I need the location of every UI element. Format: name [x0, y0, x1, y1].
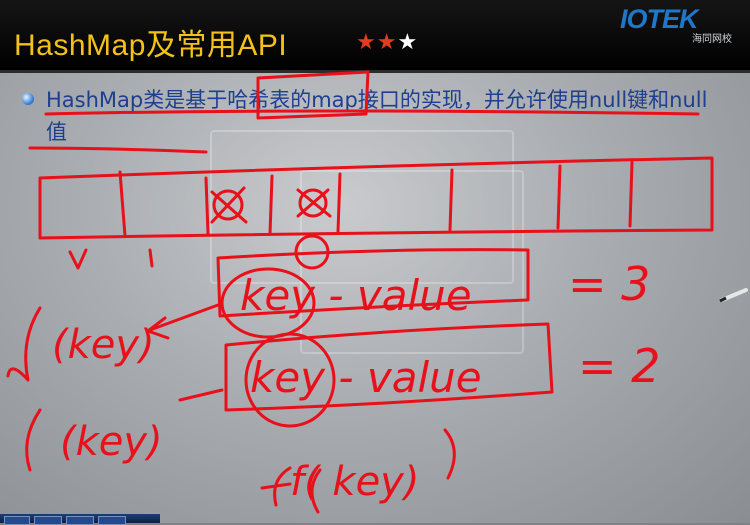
pen-annotations: (key) (key) key - value key - value = 3 … — [6, 70, 748, 514]
taskbar-button[interactable] — [98, 516, 126, 525]
brace — [6, 306, 42, 382]
entry-label-2: key - value — [250, 353, 482, 402]
entry-label-1: key - value — [240, 271, 472, 320]
count-label-1: = 3 — [568, 257, 650, 311]
underline — [44, 109, 700, 116]
bucket-divider — [336, 172, 342, 234]
tick-mark — [148, 248, 154, 268]
bucket-divider — [628, 160, 634, 228]
tick-mark — [68, 248, 88, 270]
bucket-divider — [204, 176, 210, 236]
count-label-2: = 2 — [578, 339, 660, 393]
bucket-array — [38, 156, 714, 240]
bucket-divider — [118, 170, 127, 238]
paren-mark — [443, 428, 456, 480]
function-mark — [260, 466, 292, 507]
pen-cursor-icon — [719, 288, 748, 303]
key-label-left-1: (key) — [52, 322, 155, 368]
bucket-divider — [448, 168, 454, 232]
bucket-divider — [268, 174, 274, 236]
brace — [25, 408, 42, 472]
key-label-left-2: (key) — [60, 419, 163, 465]
underline — [28, 146, 208, 154]
arrow — [178, 388, 224, 402]
key-label-bottom: f( key) — [290, 459, 419, 505]
arrow — [148, 303, 220, 332]
taskbar-button[interactable] — [66, 516, 94, 525]
taskbar-button[interactable] — [34, 516, 62, 525]
taskbar-button[interactable] — [4, 516, 30, 525]
bucket-divider — [556, 164, 562, 230]
